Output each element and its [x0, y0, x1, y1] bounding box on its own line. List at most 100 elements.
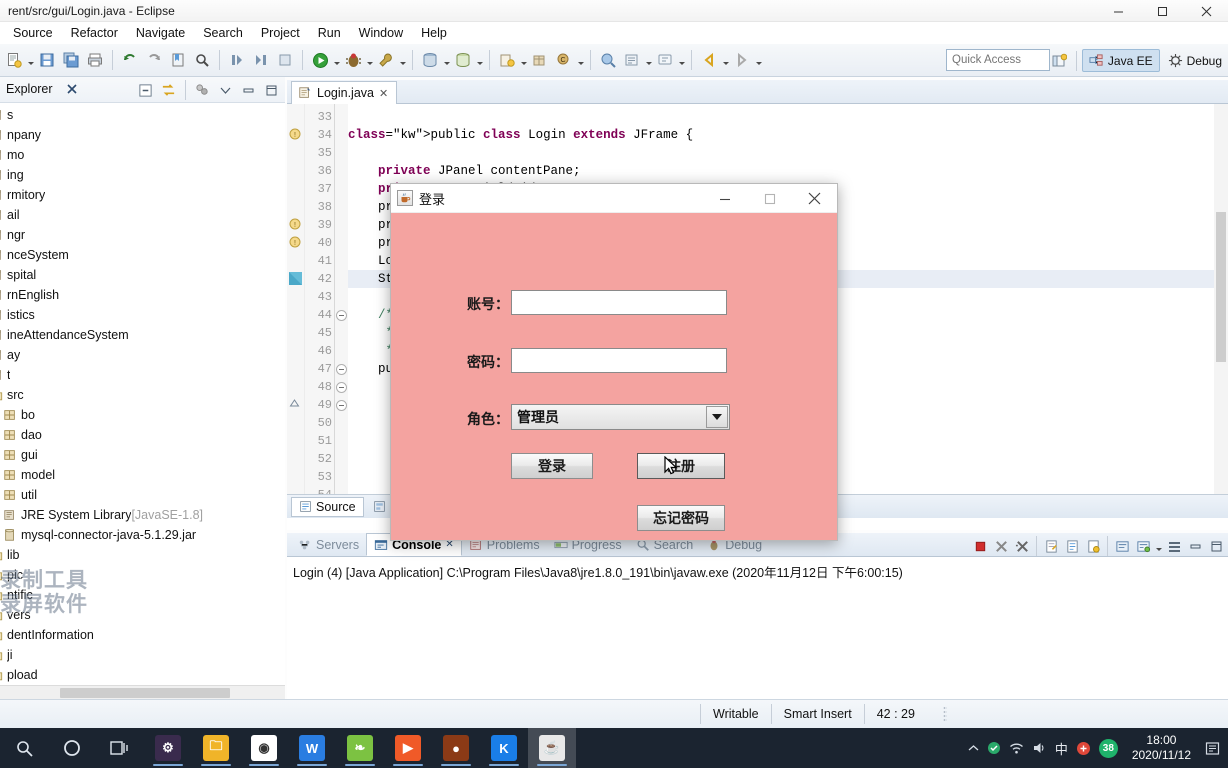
code-line[interactable]: *	[348, 324, 394, 342]
tree-item[interactable]: s	[0, 105, 13, 125]
taskbar-java-eclipse-app[interactable]: ☕	[528, 728, 576, 768]
tray-sogou-icon[interactable]	[1076, 741, 1091, 756]
fold-gutter[interactable]	[335, 104, 348, 494]
scroll-lock-icon[interactable]	[1062, 536, 1082, 557]
annotation-dropdown-arrow[interactable]	[677, 48, 686, 72]
action-center-icon[interactable]	[1205, 741, 1220, 756]
resume-icon[interactable]	[274, 48, 296, 72]
tree-item[interactable]: spital	[0, 265, 36, 285]
tree-item[interactable]: rnEnglish	[0, 285, 59, 305]
taskbar-eclipse-settings-app[interactable]: ⚙	[144, 728, 192, 768]
tree-item[interactable]: ineAttendanceSystem	[0, 325, 129, 345]
tree-item[interactable]: mo	[0, 145, 24, 165]
open-perspective-icon[interactable]	[1048, 49, 1070, 73]
tree-item[interactable]: dao	[2, 425, 42, 445]
tree-item[interactable]: ji	[0, 645, 13, 665]
editor-vertical-scrollbar[interactable]	[1214, 104, 1228, 494]
dialog-close-button[interactable]	[792, 184, 837, 213]
fold-toggle-icon[interactable]	[336, 364, 347, 375]
tree-item[interactable]: dentInformation	[0, 625, 94, 645]
tree-item[interactable]: ay	[0, 345, 20, 365]
taskbar-google-chrome[interactable]: ◉	[240, 728, 288, 768]
external-tools-icon[interactable]	[375, 48, 397, 72]
explorer-close-icon[interactable]	[66, 83, 78, 95]
tree-item[interactable]: util	[2, 485, 37, 505]
taskbar-file-explorer[interactable]: 🗀	[192, 728, 240, 768]
menu-navigate[interactable]: Navigate	[127, 24, 194, 42]
new-icon[interactable]	[3, 48, 25, 72]
tree-item[interactable]: JRE System Library [JavaSE-1.8]	[2, 505, 203, 525]
print-icon[interactable]	[84, 48, 106, 72]
skip-icon[interactable]	[250, 48, 272, 72]
tray-shield-icon[interactable]	[987, 741, 1001, 755]
console-view-menu-icon[interactable]	[1164, 536, 1184, 557]
taskbar-brown-app[interactable]: ●	[432, 728, 480, 768]
server-profile-dropdown-arrow[interactable]	[475, 48, 484, 72]
tray-notification-badge[interactable]: 38	[1098, 738, 1118, 758]
link-with-editor-icon[interactable]	[159, 81, 178, 100]
external-tools-dropdown-arrow[interactable]	[398, 48, 407, 72]
new-package-icon[interactable]	[529, 48, 551, 72]
filter-icon[interactable]	[193, 81, 212, 100]
tree-item[interactable]: npany	[0, 125, 41, 145]
tree-item[interactable]: pload	[0, 665, 38, 685]
run-icon[interactable]	[309, 48, 331, 72]
menu-run[interactable]: Run	[309, 24, 350, 42]
save-all-icon[interactable]	[60, 48, 82, 72]
tree-item[interactable]: model	[2, 465, 55, 485]
menu-source[interactable]: Source	[4, 24, 62, 42]
maximize-panel-icon[interactable]	[262, 81, 281, 100]
tab-source[interactable]: Source	[291, 496, 364, 517]
code-line[interactable]: class="kw">public class Login extends JF…	[348, 126, 693, 144]
new-dropdown-arrow[interactable]	[26, 48, 35, 72]
open-console-icon[interactable]	[1133, 536, 1153, 557]
tray-network-icon[interactable]	[1009, 742, 1024, 755]
close-button[interactable]	[1184, 0, 1228, 22]
annotation-icon[interactable]	[654, 48, 676, 72]
new-java-dropdown-arrow[interactable]	[519, 48, 528, 72]
tree-item[interactable]: mysql-connector-java-5.1.29.jar	[2, 525, 196, 545]
bookmark-icon[interactable]	[167, 48, 189, 72]
editor-tab-login-java[interactable]: Login.java ✕	[291, 81, 398, 104]
project-tree[interactable]: s npany mo ing rmitory ail ngr nceSystem spital r…	[0, 103, 285, 685]
tree-item[interactable]: rmitory	[0, 185, 45, 205]
tree-item[interactable]: ngr	[0, 225, 25, 245]
quick-access-input[interactable]	[946, 49, 1050, 71]
taskbar-green-app[interactable]: ❧	[336, 728, 384, 768]
account-input[interactable]	[511, 290, 727, 315]
tree-item[interactable]: vers	[0, 605, 31, 625]
debug-run-icon[interactable]	[342, 48, 364, 72]
menu-window[interactable]: Window	[350, 24, 412, 42]
tree-item[interactable]: istics	[0, 305, 35, 325]
tree-item[interactable]: ail	[0, 205, 20, 225]
fold-toggle-icon[interactable]	[336, 382, 347, 393]
minimize-console-icon[interactable]	[1185, 536, 1205, 557]
taskbar-wps-office[interactable]: W	[288, 728, 336, 768]
server-profile-icon[interactable]	[452, 48, 474, 72]
tray-ime-indicator[interactable]: 中	[1055, 739, 1068, 758]
view-menu-icon[interactable]	[216, 81, 235, 100]
menu-project[interactable]: Project	[252, 24, 309, 42]
explorer-horizontal-scrollbar[interactable]	[0, 685, 285, 699]
remove-launch-icon[interactable]	[991, 536, 1011, 557]
code-line[interactable]: private JPanel contentPane;	[348, 162, 581, 180]
editor-vscroll-thumb[interactable]	[1216, 212, 1226, 362]
perspective-java-ee[interactable]: Java EE	[1081, 49, 1160, 72]
menu-search[interactable]: Search	[194, 24, 252, 42]
dialog-minimize-button[interactable]	[702, 184, 747, 213]
perspective-debug[interactable]: Debug	[1162, 50, 1228, 71]
cortana-button[interactable]	[48, 728, 96, 768]
marker-gutter[interactable]: !!!	[287, 104, 305, 494]
explorer-scroll-thumb[interactable]	[60, 688, 230, 698]
pin-console-icon[interactable]	[1083, 536, 1103, 557]
menu-help[interactable]: Help	[412, 24, 456, 42]
password-input[interactable]	[511, 348, 727, 373]
console-dropdown-arrow[interactable]	[1154, 534, 1163, 558]
back-icon[interactable]	[698, 48, 720, 72]
open-type-icon[interactable]	[597, 48, 619, 72]
tree-item[interactable]: pic	[0, 565, 23, 585]
maximize-button[interactable]	[1140, 0, 1184, 22]
maximize-console-icon[interactable]	[1206, 536, 1226, 557]
menu-refactor[interactable]: Refactor	[62, 24, 127, 42]
tray-expand-icon[interactable]	[968, 743, 979, 754]
